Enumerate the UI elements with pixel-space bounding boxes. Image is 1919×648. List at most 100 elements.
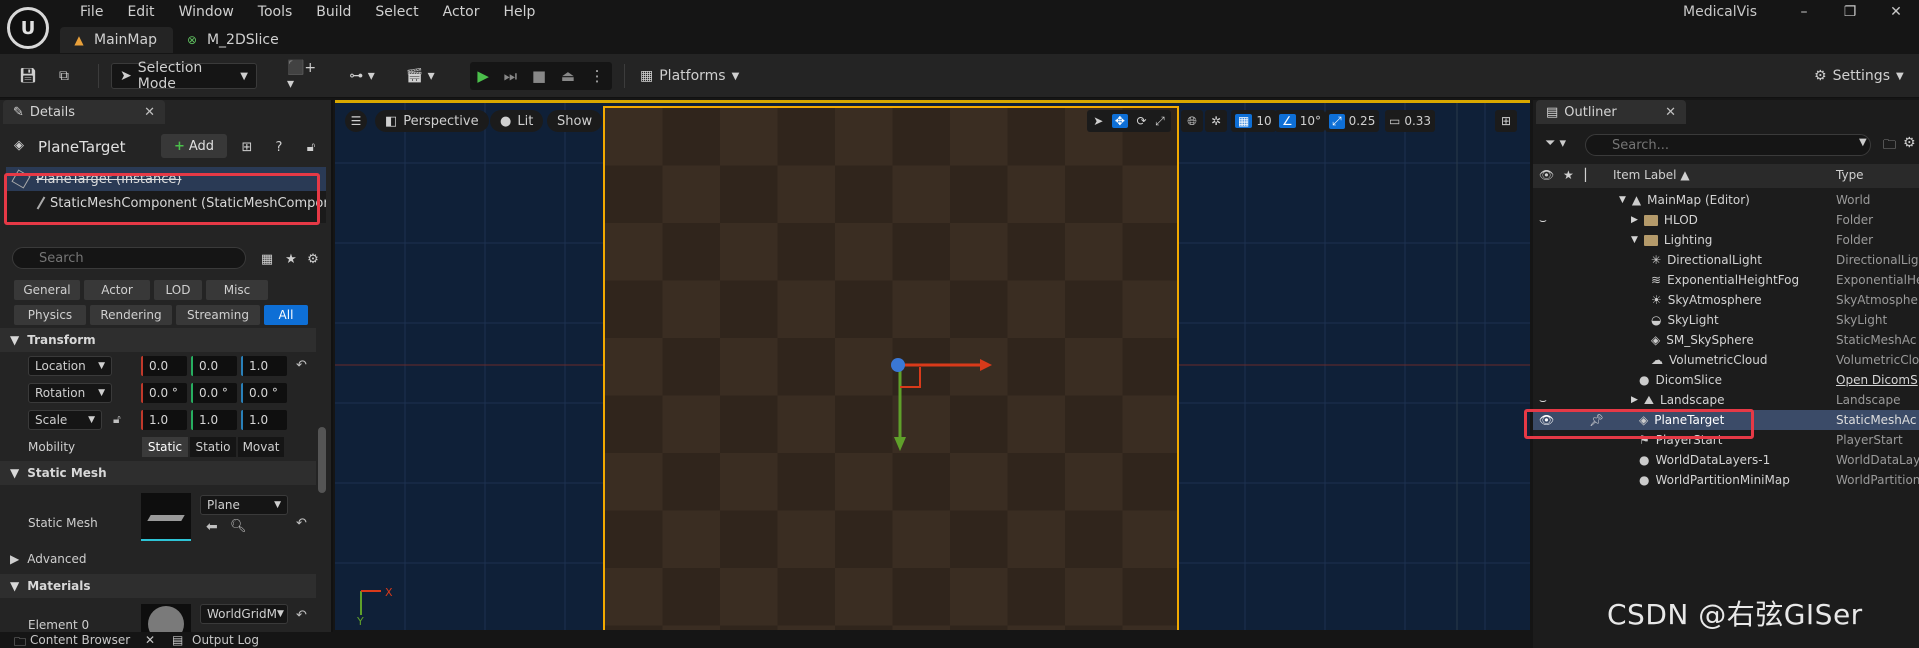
output-log-tab[interactable]: Output Log: [192, 633, 259, 647]
rotate-mode-icon[interactable]: ⟳: [1136, 114, 1146, 128]
filter-lod[interactable]: LOD: [154, 280, 202, 300]
browse-icon[interactable]: ⧉: [50, 63, 78, 89]
tab-outliner[interactable]: ▤ Outliner ✕: [1536, 100, 1686, 124]
menu-edit[interactable]: Edit: [115, 3, 166, 21]
outliner-row-selected[interactable]: 👁︎ 📌︎ ◈ PlaneTarget StaticMeshAc: [1533, 410, 1919, 430]
menu-build[interactable]: Build: [304, 3, 363, 21]
location-y-field[interactable]: 0.0: [191, 356, 237, 376]
item-label-column[interactable]: Item Label ▲: [1613, 168, 1690, 182]
outliner-row[interactable]: ● WorldPartitionMiniMap WorldPartition: [1533, 470, 1919, 490]
mobility-static[interactable]: Static: [142, 437, 188, 457]
browse-asset-icon[interactable]: 🔍︎: [230, 519, 247, 534]
settings-dropdown[interactable]: ⚙ Settings ▼: [1814, 63, 1904, 89]
gizmo-plane-handle[interactable]: [900, 367, 921, 388]
scale-z-field[interactable]: 1.0: [241, 410, 287, 430]
content-browser-tab[interactable]: Content Browser: [30, 633, 130, 647]
outliner-row[interactable]: ⌣ ▶ HLOD Folder: [1533, 210, 1919, 230]
play-icon[interactable]: ▶: [477, 67, 489, 85]
lit-button[interactable]: ● Lit: [490, 110, 544, 132]
outliner-row[interactable]: ▼ ▲ MainMap (Editor) World: [1533, 190, 1919, 210]
platforms-dropdown[interactable]: ▦ Platforms ▼: [640, 63, 739, 89]
menu-actor[interactable]: Actor: [431, 3, 492, 21]
outliner-row[interactable]: ✳ DirectionalLight DirectionalLig: [1533, 250, 1919, 270]
tree-row-staticmeshcomponent[interactable]: StaticMeshComponent (StaticMeshComponent…: [6, 191, 326, 215]
pin-icon[interactable]: 📌︎: [1589, 413, 1604, 427]
details-scrollbar[interactable]: [318, 427, 326, 493]
visibility-column-icon[interactable]: 👁︎: [1539, 168, 1554, 182]
filter-actor[interactable]: Actor: [84, 280, 150, 300]
outliner-search-input[interactable]: [1585, 134, 1871, 156]
advanced-expander[interactable]: ▶ Advanced: [10, 552, 87, 566]
restore-button[interactable]: ❐: [1827, 0, 1873, 24]
add-folder-icon[interactable]: 🗀: [1883, 136, 1896, 158]
reset-icon[interactable]: ↶: [296, 358, 307, 373]
outliner-row[interactable]: ⌣ ▶ ⛰︎ Landscape Landscape: [1533, 390, 1919, 410]
static-mesh-thumbnail[interactable]: [141, 493, 191, 541]
outliner-row[interactable]: ☁ VolumetricCloud VolumetricClo: [1533, 350, 1919, 370]
scale-lock-icon[interactable]: 🔓︎: [113, 412, 121, 427]
menu-window[interactable]: Window: [167, 3, 246, 21]
stop-icon[interactable]: ■: [532, 67, 546, 85]
gear-icon[interactable]: ⚙: [1903, 135, 1916, 151]
location-x-field[interactable]: 0.0: [141, 356, 187, 376]
mobility-movable[interactable]: Movat: [238, 437, 284, 457]
scale-mode-icon[interactable]: ⤢: [1155, 114, 1165, 129]
rotation-snap-toggle[interactable]: ∠ 10°: [1275, 110, 1326, 132]
outliner-row[interactable]: ≋ ExponentialHeightFog ExponentialHe: [1533, 270, 1919, 290]
static-mesh-dropdown[interactable]: Plane ▼: [200, 495, 288, 515]
outliner-row[interactable]: ☀ SkyAtmosphere SkyAtmosphe: [1533, 290, 1919, 310]
unreal-logo-icon[interactable]: U: [7, 7, 49, 49]
tree-row-instance[interactable]: PlaneTarget (Instance): [6, 167, 326, 191]
step-icon[interactable]: ⏭: [504, 67, 518, 85]
minimize-button[interactable]: –: [1781, 0, 1827, 24]
scale-snap-toggle[interactable]: ⤢ 0.25: [1325, 110, 1380, 132]
cinematics-icon[interactable]: 🎬︎ ▾: [400, 63, 440, 89]
filter-icon[interactable]: ⏷ ▾: [1545, 136, 1566, 151]
camera-speed-button[interactable]: ▭ 0.33: [1385, 110, 1436, 132]
chevron-down-icon[interactable]: ▼: [1859, 137, 1867, 148]
outliner-row[interactable]: ◈ SM_SkySphere StaticMeshAc: [1533, 330, 1919, 350]
reset-icon[interactable]: ↶: [296, 608, 307, 623]
blueprint-convert-icon[interactable]: ⊞: [236, 136, 258, 158]
static-mesh-section[interactable]: ▼ Static Mesh: [0, 461, 316, 485]
scale-x-field[interactable]: 1.0: [141, 410, 187, 430]
visibility-icon[interactable]: 👁︎: [1539, 413, 1554, 427]
hidden-visibility-icon[interactable]: ⌣: [1539, 213, 1547, 228]
filter-misc[interactable]: Misc: [206, 280, 268, 300]
outliner-row[interactable]: ● DicomSlice Open DicomS: [1533, 370, 1919, 390]
tab-details[interactable]: ✎ Details ✕: [3, 100, 165, 124]
close-icon[interactable]: ✕: [1665, 105, 1676, 120]
transform-section[interactable]: ▼ Transform: [0, 328, 316, 352]
outliner-row[interactable]: ● WorldDataLayers-1 WorldDataLay: [1533, 450, 1919, 470]
use-selected-icon[interactable]: ⬅︎: [206, 519, 218, 535]
add-component-button[interactable]: + Add: [161, 134, 227, 158]
surface-snap-icon[interactable]: ✲: [1205, 110, 1227, 132]
material-thumbnail[interactable]: [141, 604, 191, 635]
help-icon[interactable]: ?: [268, 136, 290, 158]
materials-section[interactable]: ▼ Materials: [0, 574, 316, 598]
scale-dropdown[interactable]: Scale ▼: [28, 410, 102, 430]
menu-file[interactable]: File: [68, 3, 115, 21]
eject-icon[interactable]: ⏏: [561, 67, 575, 85]
viewport-menu-icon[interactable]: ☰: [345, 110, 367, 132]
grid-snap-toggle[interactable]: ▦ 10: [1231, 110, 1276, 132]
material-dropdown[interactable]: WorldGridM ▼: [200, 604, 288, 624]
close-icon[interactable]: ✕: [145, 633, 155, 647]
details-search-input[interactable]: [12, 247, 246, 269]
gear-icon[interactable]: ⚙: [302, 248, 324, 270]
pin-column-icon[interactable]: ★: [1563, 168, 1574, 182]
outliner-row[interactable]: ◒ SkyLight SkyLight: [1533, 310, 1919, 330]
open-blueprint-link[interactable]: Open DicomS: [1836, 373, 1918, 387]
layout-icon[interactable]: ⊞: [1495, 110, 1517, 132]
scale-y-field[interactable]: 1.0: [191, 410, 237, 430]
hidden-visibility-icon[interactable]: ⌣: [1539, 393, 1547, 408]
perspective-button[interactable]: ◧ Perspective: [375, 110, 489, 132]
level-viewport[interactable]: ☰ ◧ Perspective ● Lit Show ➤ ✥ ⟳ ⤢ 🌐︎ ✲ …: [335, 100, 1530, 630]
save-icon[interactable]: 💾︎: [14, 63, 42, 89]
outliner-row[interactable]: ▼ Lighting Folder: [1533, 230, 1919, 250]
gizmo-center[interactable]: [891, 358, 905, 372]
location-dropdown[interactable]: Location ▼: [28, 356, 112, 376]
reset-icon[interactable]: ↶: [296, 516, 307, 531]
rotation-x-field[interactable]: 0.0 °: [141, 383, 187, 403]
tab-mainmap[interactable]: ▲ MainMap: [60, 27, 173, 53]
